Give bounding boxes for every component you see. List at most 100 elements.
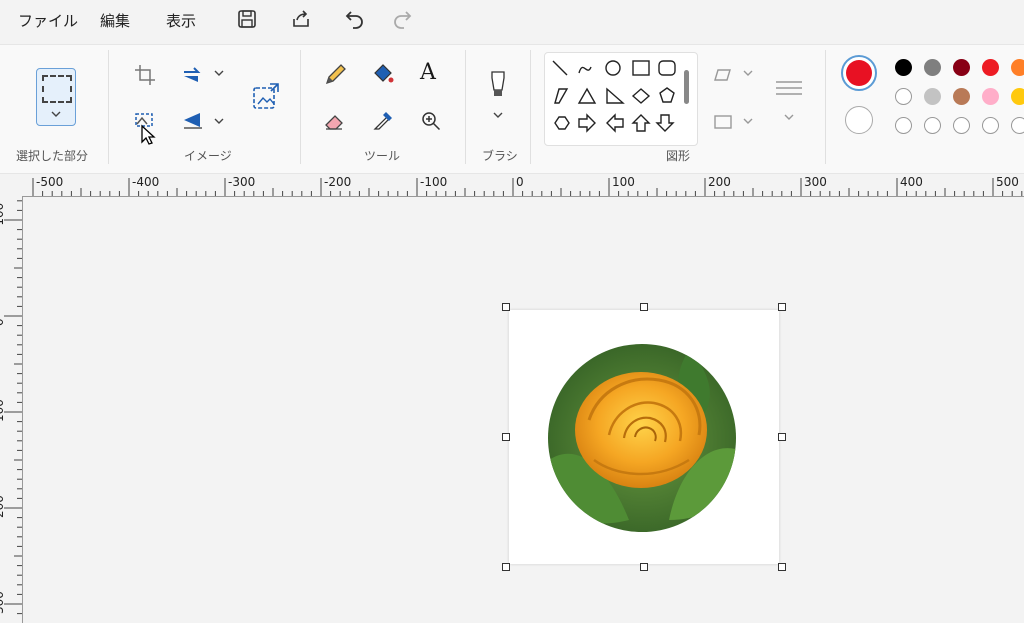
separator <box>300 50 301 164</box>
brush-icon[interactable] <box>486 70 510 104</box>
down-arrow-shape-icon <box>655 114 675 132</box>
ruler-label: -100 <box>0 202 6 230</box>
rectangle-shape-icon <box>632 60 650 76</box>
group-label-image: イメージ <box>184 149 232 163</box>
shape-outline-icon[interactable] <box>710 62 736 88</box>
crop-icon[interactable] <box>132 62 158 88</box>
save-icon[interactable] <box>235 7 259 31</box>
right-triangle-shape-icon <box>606 87 625 104</box>
ruler-label: -400 <box>132 175 160 189</box>
redo-icon[interactable] <box>390 7 414 31</box>
group-label-shapes: 図形 <box>666 149 691 163</box>
palette-color-swatch[interactable] <box>1011 88 1024 105</box>
eraser-icon[interactable] <box>322 108 348 134</box>
custom-color-slot[interactable] <box>1011 117 1024 134</box>
chevron-down-icon[interactable] <box>741 68 755 78</box>
left-arrow-shape-icon <box>606 113 624 133</box>
menu-bar: ファイル 編集 表示 <box>0 0 1024 40</box>
resize-handle-bottom-right[interactable] <box>778 563 786 571</box>
separator <box>825 50 826 164</box>
share-icon[interactable] <box>289 7 313 31</box>
palette-color-swatch[interactable] <box>895 88 912 105</box>
ruler-label: 300 <box>804 175 827 189</box>
palette-color-swatch[interactable] <box>924 59 941 76</box>
ruler-label: 0 <box>0 318 6 326</box>
primary-color-swatch <box>846 60 872 86</box>
pencil-icon[interactable] <box>322 62 348 88</box>
shapes-gallery <box>544 52 698 146</box>
drawing-canvas[interactable] <box>509 310 779 564</box>
ruler-label: 100 <box>0 399 6 422</box>
oval-shape-icon <box>605 60 621 76</box>
custom-color-slot[interactable] <box>924 117 941 134</box>
text-tool-icon[interactable]: A <box>420 60 436 85</box>
ruler-label: 100 <box>612 175 635 189</box>
resize-handle-right[interactable] <box>778 433 786 441</box>
ruler-label: 400 <box>900 175 923 189</box>
undo-icon[interactable] <box>343 7 367 31</box>
resize-handle-top-right[interactable] <box>778 303 786 311</box>
up-arrow-shape-icon <box>631 114 651 132</box>
palette-color-swatch[interactable] <box>924 88 941 105</box>
shape-fill-icon[interactable] <box>710 108 736 134</box>
menu-edit[interactable]: 編集 <box>100 10 130 31</box>
chevron-down-icon[interactable] <box>491 110 505 120</box>
resize-handle-top-left[interactable] <box>502 303 510 311</box>
palette-color-swatch[interactable] <box>982 88 999 105</box>
secondary-color-button[interactable] <box>845 106 873 134</box>
chevron-down-icon[interactable] <box>212 68 226 78</box>
palette-color-swatch[interactable] <box>953 59 970 76</box>
ruler-label: -200 <box>324 175 352 189</box>
group-label-selection: 選択した部分 <box>16 149 89 163</box>
color-picker-icon[interactable] <box>370 108 396 134</box>
separator <box>465 50 466 164</box>
chevron-down-icon[interactable] <box>212 116 226 126</box>
palette-color-swatch[interactable] <box>953 88 970 105</box>
line-shape-icon <box>552 60 568 76</box>
image-generator-icon[interactable] <box>250 80 282 112</box>
magnifier-icon[interactable] <box>418 108 444 134</box>
palette-color-swatch[interactable] <box>982 59 999 76</box>
horizontal-ruler: -500 -400 -300 -200 -100 0 100 200 300 400 500 <box>0 174 1024 197</box>
rose-image <box>548 344 736 532</box>
separator <box>108 50 109 164</box>
chevron-down-icon[interactable] <box>741 116 755 126</box>
menu-view[interactable]: 表示 <box>166 10 196 31</box>
hexagon-shape-icon <box>554 116 570 130</box>
group-label-tools: ツール <box>364 149 401 163</box>
resize-handle-left[interactable] <box>502 433 510 441</box>
curve-shape-icon <box>578 66 592 74</box>
cursor-icon <box>141 124 156 145</box>
vertical-ruler: -100 0 100 200 300 <box>0 196 23 623</box>
select-rect-icon <box>42 75 72 103</box>
menu-file[interactable]: ファイル <box>18 10 78 31</box>
shapes-scrollbar[interactable] <box>683 56 691 140</box>
primary-color-button[interactable] <box>841 55 877 91</box>
right-arrow-shape-icon <box>578 113 596 133</box>
polygon-shape-icon <box>554 88 569 104</box>
custom-color-slot[interactable] <box>953 117 970 134</box>
flip-icon[interactable] <box>180 108 206 134</box>
resize-handle-top[interactable] <box>640 303 648 311</box>
rounded-rectangle-shape-icon <box>658 60 676 76</box>
palette-color-swatch[interactable] <box>1011 59 1024 76</box>
custom-color-slot[interactable] <box>895 117 912 134</box>
chevron-down-icon[interactable] <box>782 112 796 122</box>
fill-bucket-icon[interactable] <box>370 62 396 88</box>
ruler-label: 200 <box>0 495 6 518</box>
custom-color-slot[interactable] <box>982 117 999 134</box>
resize-handle-bottom-left[interactable] <box>502 563 510 571</box>
triangle-shape-icon <box>577 87 597 104</box>
separator <box>530 50 531 164</box>
pentagon-shape-icon <box>659 87 675 103</box>
ruler-label: -100 <box>420 175 448 189</box>
ruler-label: -500 <box>36 175 64 189</box>
resize-icon[interactable] <box>180 62 206 88</box>
resize-handle-bottom[interactable] <box>640 563 648 571</box>
diamond-shape-icon <box>631 88 651 104</box>
chevron-down-icon[interactable] <box>49 109 63 119</box>
select-tool-button[interactable] <box>36 68 76 126</box>
ruler-label: 500 <box>996 175 1019 189</box>
palette-color-swatch[interactable] <box>895 59 912 76</box>
line-size-icon[interactable] <box>772 76 806 104</box>
